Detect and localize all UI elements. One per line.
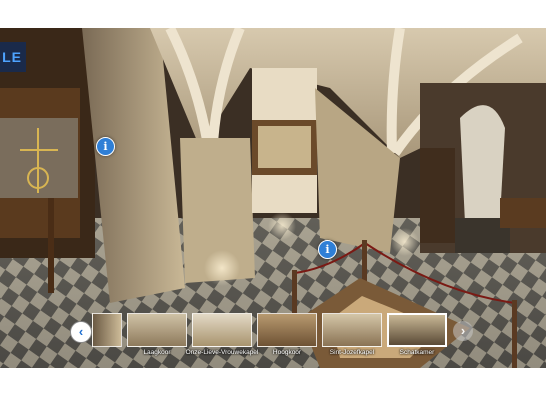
thumbnail-image [192,313,252,347]
scene-thumbnail-onze-lieve-vrouwekapel[interactable]: Onze-Lieve-Vrouwekapel [186,313,258,356]
info-hotspot[interactable]: i [318,240,337,259]
previous-button[interactable]: ‹ [70,321,92,343]
chevron-right-icon: › [460,323,466,338]
scene-thumbnail-sint-jozefkapel[interactable]: Sint-Jozefkapel [322,313,382,356]
thumbnail-image [387,313,447,347]
thumbnail-image [322,313,382,347]
info-hotspot[interactable]: i [96,137,115,156]
info-icon: i [325,243,330,256]
next-button[interactable]: › [453,321,473,341]
thumbnail-image [127,313,187,347]
scene-thumbnail-hoogkoor[interactable]: Hoogkoor [257,313,317,356]
thumbnail-caption: Schatkamer [399,349,435,356]
scene-thumbnail-strip: Laagkoor Onze-Lieve-Vrouwekapel Hoogkoor… [92,313,452,356]
chevron-left-icon: ‹ [78,324,84,339]
section-label: LE [0,42,26,72]
scene-thumbnail-schatkamer[interactable]: Schatkamer [387,313,447,356]
scene-thumbnail-laagkoor[interactable]: Laagkoor [127,313,187,356]
thumbnail-image [257,313,317,347]
info-icon: i [103,140,108,153]
scene-thumbnail[interactable] [92,313,122,347]
thumbnail-image [92,313,122,347]
